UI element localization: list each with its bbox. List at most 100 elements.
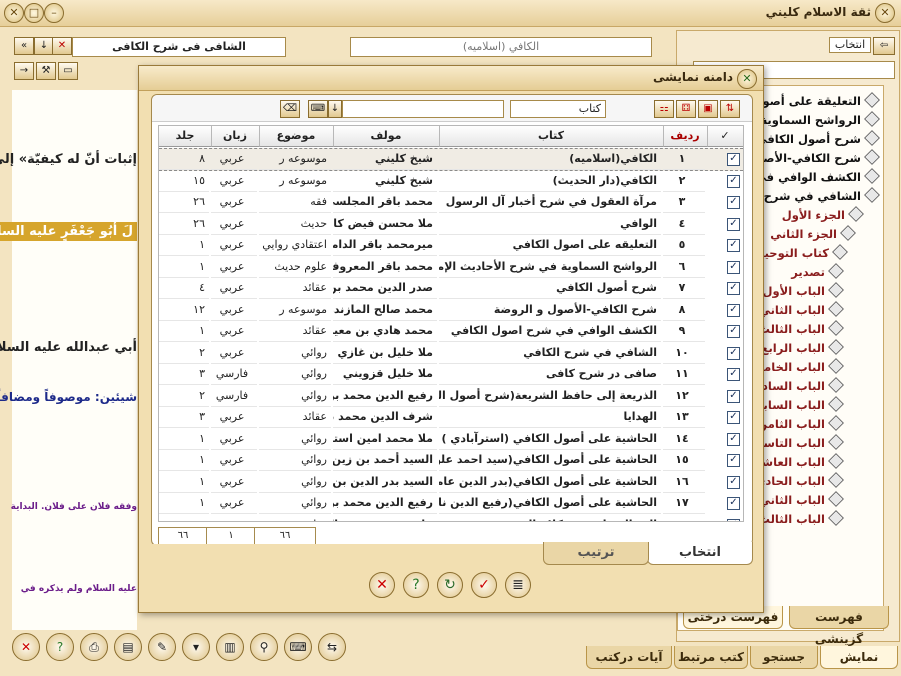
dialog-content: ⌫ ⌨ ↓ كتاب ⚏ ⚃ ▣ ⇅ ✓ رديف كتاب مولف موضوع زبا… <box>151 94 753 546</box>
close-icon[interactable]: ✕ <box>12 633 40 661</box>
keyboard-icon[interactable]: ⌨ <box>284 633 312 661</box>
minimize-icon[interactable]: – <box>44 3 64 23</box>
row-checkbox[interactable]: ✓ <box>727 282 740 295</box>
tree-item[interactable]: تصدير <box>791 263 844 281</box>
row-checkbox[interactable]: ✓ <box>727 325 740 338</box>
row-checkbox[interactable]: ✓ <box>727 475 740 489</box>
bookmark-icon[interactable]: ▾ <box>182 633 210 661</box>
cell-lang: عربي <box>211 277 257 299</box>
cell-subject: روائي <box>259 342 331 364</box>
row-checkbox[interactable]: ✓ <box>727 389 740 403</box>
cell-lang: عربي <box>211 191 257 213</box>
sort-icon[interactable]: ⇅ <box>720 100 740 118</box>
arrow-right-icon[interactable]: → <box>14 62 34 80</box>
filter-field-select[interactable]: كتاب <box>510 100 606 118</box>
tree-item[interactable]: الباب الثالث <box>758 320 844 338</box>
tree-item-label: الباب الثالث <box>758 512 825 526</box>
tree-item[interactable]: الباب الثاني <box>759 491 844 509</box>
tree-item[interactable]: الباب الثامن <box>757 415 844 433</box>
column-header-vol[interactable]: جلد <box>159 126 212 147</box>
restore-icon[interactable]: □ <box>24 3 44 23</box>
row-checkbox[interactable]: ✓ <box>727 518 740 521</box>
book-node-icon <box>864 149 880 165</box>
row-checkbox[interactable]: ✓ <box>727 432 740 446</box>
row-checkbox[interactable]: ✓ <box>727 196 740 209</box>
remove-icon[interactable]: ✕ <box>52 37 72 55</box>
column-header-subject[interactable]: موضوع <box>259 126 334 147</box>
help-icon[interactable]: ? <box>46 633 74 661</box>
tree-item[interactable]: الباب السابع <box>756 396 844 414</box>
edit-icon[interactable]: ✎ <box>148 633 176 661</box>
tab-related-books[interactable]: کتب مرتبط <box>674 646 748 669</box>
close-window-icon[interactable]: ✕ <box>4 3 24 23</box>
document-icon[interactable]: ▥ <box>216 633 244 661</box>
tab-order[interactable]: ترتيب <box>543 542 649 565</box>
row-checkbox[interactable]: ✓ <box>727 260 740 274</box>
tab-search[interactable]: جستجو <box>750 646 818 669</box>
dialog-title: دامنه نمایشی <box>653 70 733 84</box>
tree-item[interactable]: الجزء الثاني <box>770 225 856 243</box>
split-view-icon[interactable]: ▭ <box>58 62 78 80</box>
row-checkbox[interactable]: ✓ <box>727 497 740 510</box>
row-checkbox[interactable]: ✓ <box>727 411 740 424</box>
back-icon[interactable]: ⇦ <box>873 37 895 55</box>
row-checkbox[interactable]: ✓ <box>727 217 740 231</box>
row-checkbox[interactable]: ✓ <box>727 346 740 360</box>
confirm-check-icon[interactable]: ✓ <box>471 572 497 598</box>
row-checkbox[interactable]: ✓ <box>727 454 740 467</box>
tree-item[interactable]: الباب الأول <box>763 282 844 300</box>
tree-item[interactable]: الباب العاشر <box>755 453 844 471</box>
current-book-field[interactable]: الشافی فی شرح الکافی <box>72 37 286 57</box>
tab-selective-index[interactable]: فهرست گزینشی <box>789 606 889 646</box>
keyboard-icon[interactable]: ⌨ <box>308 100 328 118</box>
print-icon[interactable]: ⎙ <box>80 633 108 661</box>
row-checkbox[interactable]: ✓ <box>727 174 740 188</box>
book-node-icon <box>848 206 864 222</box>
cell-subject: روائي <box>259 363 331 385</box>
tree-item[interactable]: الباب الثاني <box>759 301 844 319</box>
help-icon[interactable]: ? <box>403 572 429 598</box>
column-header-book[interactable]: كتاب <box>439 126 664 147</box>
select-button[interactable]: انتخاب <box>829 37 871 53</box>
refresh-icon[interactable]: ↻ <box>437 572 463 598</box>
filter-input[interactable] <box>342 100 504 118</box>
cell-vol: ٢٦ <box>159 213 209 235</box>
eraser-icon[interactable]: ⌫ <box>280 100 300 118</box>
tree-item[interactable]: الجزء الأول <box>782 206 864 224</box>
column-header-lang[interactable]: زبان <box>211 126 260 147</box>
expand-left-icon[interactable]: « <box>14 37 34 55</box>
magnifier-icon[interactable]: ⚲ <box>250 633 278 661</box>
list-icon[interactable]: ≣ <box>505 572 531 598</box>
cell-book: الوافي <box>439 213 661 235</box>
check-all-icon[interactable]: ⚃ <box>676 100 696 118</box>
row-checkbox[interactable]: ✓ <box>727 153 740 166</box>
book-selector[interactable]: الكافي (اسلامیه) <box>350 37 652 57</box>
tab-verses-in-books[interactable]: آیات درکتب <box>586 646 672 669</box>
column-header-row[interactable]: رديف <box>663 126 708 147</box>
row-checkbox[interactable]: ✓ <box>727 239 740 252</box>
tree-item[interactable]: الباب الرابع <box>761 339 844 357</box>
row-checkbox[interactable]: ✓ <box>727 303 740 317</box>
compare-icon[interactable]: ⇆ <box>318 633 346 661</box>
tab-show[interactable]: نمایش <box>820 646 898 669</box>
close-icon[interactable]: ✕ <box>875 3 895 23</box>
dropdown-arrow-icon[interactable]: ↓ <box>328 100 342 118</box>
cancel-icon[interactable]: ✕ <box>369 572 395 598</box>
cell-author: ملا محسن فيض كاشاني <box>333 213 437 235</box>
chart-icon[interactable]: ▣ <box>698 100 718 118</box>
arrow-down-icon[interactable]: ↓ <box>34 37 54 55</box>
book-icon[interactable]: ▤ <box>114 633 142 661</box>
row-checkbox[interactable]: ✓ <box>727 368 740 381</box>
tools-icon[interactable]: ⚒ <box>36 62 56 80</box>
grid-icon[interactable]: ⚏ <box>654 100 674 118</box>
column-header-author[interactable]: مولف <box>333 126 440 147</box>
tree-item[interactable]: شرح أصول الكافي <box>756 130 880 148</box>
tree-item[interactable]: الباب الحادي <box>755 472 844 490</box>
cell-vol: ٨ <box>159 148 209 170</box>
tab-select[interactable]: انتخاب <box>647 542 753 565</box>
tree-item[interactable]: الباب الثالث <box>758 510 844 528</box>
tree-item[interactable]: كتاب التوحيد <box>758 244 848 262</box>
column-header-check[interactable]: ✓ <box>707 126 743 147</box>
dialog-close-icon[interactable]: ✕ <box>737 69 757 89</box>
tree-item[interactable]: الباب التاسع <box>756 434 844 452</box>
